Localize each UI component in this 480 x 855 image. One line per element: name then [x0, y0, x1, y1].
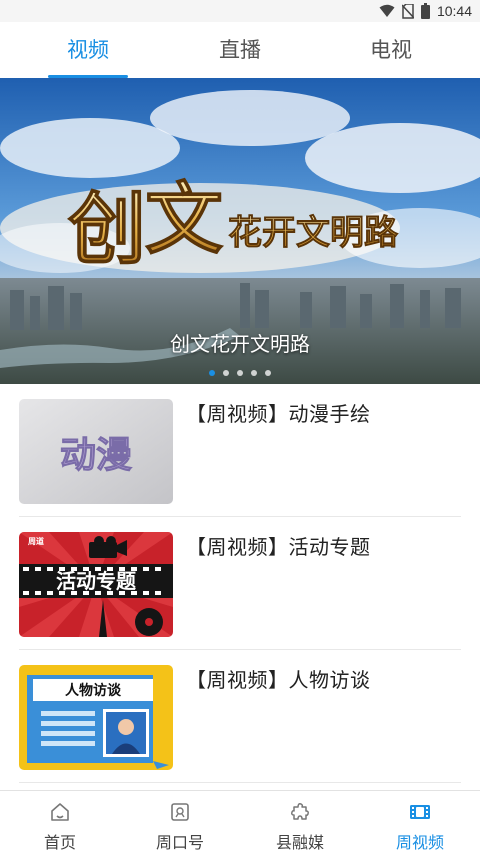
banner-dot[interactable]	[223, 370, 229, 376]
thumbnail-text: 活动专题	[56, 569, 137, 593]
video-thumbnail: 人物访谈	[19, 665, 173, 770]
bottom-nav: 首页 周口号 县融媒 周视频	[0, 790, 480, 855]
banner-dot[interactable]	[265, 370, 271, 376]
banner-dot[interactable]	[251, 370, 257, 376]
nav-county-media[interactable]: 县融媒	[240, 791, 360, 855]
thumbnail-text: 动漫	[60, 435, 132, 476]
thumbnail-text: 人物访谈	[65, 682, 122, 699]
nav-zhoukou-hao-label: 周口号	[155, 833, 204, 852]
nav-zhou-video[interactable]: 周视频	[360, 791, 480, 855]
banner-pagination	[0, 370, 480, 376]
list-divider	[19, 782, 461, 783]
video-title: 【周视频】动漫手绘	[186, 402, 371, 426]
thumbnail-badge: 周道	[28, 536, 44, 546]
account-badge-icon	[171, 803, 189, 821]
top-tab-bar: 视频 直播 电视	[0, 22, 480, 78]
banner-logo-char-1: 创	[68, 184, 146, 275]
banner-caption: 创文花开文明路	[170, 332, 310, 356]
list-item[interactable]: 周道 活动专题 【周视频】活动专题	[0, 517, 480, 650]
no-sim-icon	[401, 3, 414, 19]
home-icon	[51, 803, 69, 821]
banner-dot[interactable]	[209, 370, 215, 376]
list-item[interactable]: 人物访谈 【周视频】人物访谈	[0, 650, 480, 783]
video-thumbnail: 周道 活动专题	[19, 532, 173, 637]
tab-video-label: 视频	[67, 38, 109, 62]
battery-icon	[420, 3, 430, 19]
banner-dot[interactable]	[237, 370, 243, 376]
tab-live-label: 直播	[219, 38, 261, 62]
status-time: 10:44	[436, 3, 472, 19]
banner-logo-text: 花开文明路	[228, 213, 399, 253]
nav-home[interactable]: 首页	[0, 791, 120, 855]
status-icons: 10:44	[379, 2, 472, 20]
tab-tv-label: 电视	[370, 38, 412, 62]
video-title: 【周视频】人物访谈	[186, 668, 371, 692]
banner-carousel[interactable]: 创 文 花开文明路 创文花开文明路	[0, 78, 480, 384]
tab-video[interactable]: 视频	[28, 22, 148, 78]
video-thumbnail: 动漫	[19, 399, 173, 504]
tab-live[interactable]: 直播	[180, 22, 300, 78]
status-bar: 10:44	[0, 0, 480, 22]
wifi-icon	[379, 4, 395, 17]
list-item[interactable]: 动漫 【周视频】动漫手绘	[0, 384, 480, 517]
nav-zhoukou-hao[interactable]: 周口号	[120, 791, 240, 855]
video-title: 【周视频】活动专题	[186, 535, 371, 559]
film-icon	[410, 805, 430, 819]
nav-zhou-video-label: 周视频	[395, 833, 444, 852]
nav-home-label: 首页	[43, 833, 76, 852]
puzzle-icon	[291, 803, 309, 820]
tab-tv[interactable]: 电视	[331, 22, 451, 78]
nav-county-media-label: 县融媒	[275, 833, 324, 852]
banner-logo-char-2: 文	[145, 174, 223, 265]
